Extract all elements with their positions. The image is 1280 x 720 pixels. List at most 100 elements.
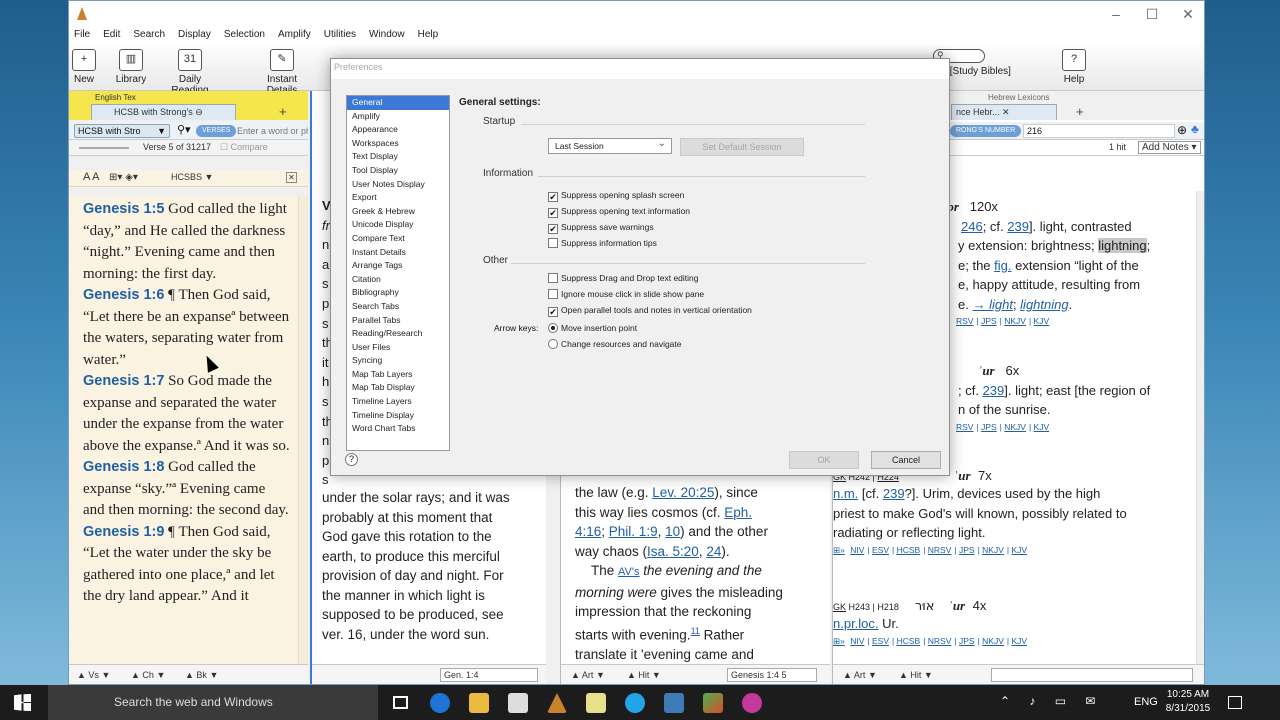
- new-button[interactable]: + New: [72, 49, 96, 85]
- task-view-icon[interactable]: [393, 696, 408, 709]
- add-tab-button[interactable]: +: [1076, 104, 1084, 119]
- ref-link[interactable]: 4:16: [575, 524, 601, 539]
- category-item[interactable]: User Notes Display: [347, 178, 449, 192]
- book-nav[interactable]: ▲ Bk ▼: [185, 665, 218, 684]
- verse-ref[interactable]: Genesis 1:5: [83, 201, 164, 217]
- menu-window[interactable]: Window: [369, 27, 405, 45]
- verse-ref[interactable]: Genesis 1:9: [83, 524, 164, 540]
- ignore-mouse-click-checkbox[interactable]: Ignore mouse click in slide show pane: [548, 288, 704, 301]
- search-type-chip[interactable]: VERSES: [196, 125, 237, 137]
- maximize-button[interactable]: ☐: [1137, 5, 1167, 23]
- menu-search[interactable]: Search: [133, 27, 165, 45]
- category-item[interactable]: Appearance: [347, 123, 449, 137]
- set-default-session-button[interactable]: Set Default Session: [680, 138, 804, 156]
- category-item[interactable]: Unicode Display: [347, 218, 449, 232]
- maps-icon[interactable]: [703, 693, 723, 713]
- category-item[interactable]: Word Chart Tabs: [347, 422, 449, 436]
- lookup-field[interactable]: [991, 668, 1193, 682]
- category-item[interactable]: Workspaces: [347, 137, 449, 151]
- file-explorer-icon[interactable]: [469, 693, 489, 713]
- app-flower-icon[interactable]: [742, 693, 762, 713]
- ref-link[interactable]: 239: [1007, 219, 1029, 234]
- tab-hcsb[interactable]: HCSB with Strong's ⊖: [91, 104, 236, 120]
- category-item[interactable]: User Files: [347, 341, 449, 355]
- store-icon[interactable]: [508, 693, 528, 713]
- display-options-icon[interactable]: ⊞▾ ◈▾: [109, 170, 138, 185]
- category-item[interactable]: Amplify: [347, 110, 449, 124]
- footnote-link[interactable]: 11: [691, 626, 700, 636]
- category-item[interactable]: Syncing: [347, 354, 449, 368]
- search-query[interactable]: 216: [1023, 124, 1175, 138]
- ref-link[interactable]: 10: [665, 524, 680, 539]
- tab-lexicon[interactable]: nce Hebr... ✕: [951, 104, 1057, 120]
- ref-link[interactable]: AV's: [618, 566, 639, 578]
- speaker-icon[interactable]: ⊞»: [833, 636, 845, 646]
- daily-reading-button[interactable]: 31Daily Reading: [159, 49, 221, 96]
- pos-link[interactable]: n.m.: [833, 486, 858, 501]
- vertical-scrollbar[interactable]: [298, 196, 308, 664]
- help-icon[interactable]: ?: [345, 453, 358, 466]
- category-item[interactable]: Tool Display: [347, 164, 449, 178]
- ref-link[interactable]: 239: [983, 383, 1005, 398]
- library-button[interactable]: ▥ Library: [114, 49, 148, 85]
- help-button[interactable]: ? Help: [1062, 49, 1086, 85]
- verse-ref[interactable]: Genesis 1:8: [83, 459, 164, 475]
- menu-amplify[interactable]: Amplify: [278, 27, 311, 45]
- add-icon[interactable]: ⊕: [1177, 123, 1187, 137]
- font-size-control[interactable]: A A: [83, 170, 100, 185]
- category-item[interactable]: Greek & Hebrew: [347, 205, 449, 219]
- category-item[interactable]: Timeline Layers: [347, 395, 449, 409]
- resource-select[interactable]: HCSB with Stro ▼: [74, 124, 170, 138]
- search-input[interactable]: [237, 124, 308, 138]
- parallel-vertical-checkbox[interactable]: ✔ Open parallel tools and notes in vertic…: [548, 304, 752, 317]
- category-item[interactable]: Parallel Tabs: [347, 314, 449, 328]
- article-nav[interactable]: ▲ Art ▼: [571, 665, 605, 684]
- menu-file[interactable]: File: [74, 27, 90, 45]
- version-badge[interactable]: HCSBS ▼: [171, 170, 213, 185]
- menu-display[interactable]: Display: [178, 27, 211, 45]
- menu-selection[interactable]: Selection: [224, 27, 265, 45]
- hit-nav[interactable]: ▲ Hit ▼: [627, 665, 661, 684]
- vertical-scrollbar[interactable]: [1196, 191, 1204, 664]
- action-center-icon[interactable]: [1228, 696, 1242, 709]
- suppress-splash-checkbox[interactable]: ✔ Suppress opening splash screen: [548, 189, 684, 202]
- category-item[interactable]: Arrange Tags: [347, 259, 449, 273]
- clock[interactable]: 10:25 AM 8/31/2015: [1164, 688, 1212, 716]
- ref-link[interactable]: 239: [883, 486, 905, 501]
- category-item[interactable]: Instant Details: [347, 246, 449, 260]
- notes-icon[interactable]: [586, 693, 606, 713]
- ref-link[interactable]: Isa. 5:20: [647, 544, 699, 559]
- ref-field[interactable]: Gen. 1:4: [440, 668, 538, 682]
- search-type-chip[interactable]: RONG'S NUMBER: [950, 125, 1022, 137]
- category-item[interactable]: Search Tabs: [347, 300, 449, 314]
- ref-link[interactable]: fig.: [994, 258, 1011, 273]
- hit-nav[interactable]: ▲ Hit ▼: [899, 665, 933, 684]
- language-indicator[interactable]: ENG: [1134, 696, 1158, 708]
- screencast-icon[interactable]: [664, 693, 684, 713]
- category-item[interactable]: Citation: [347, 273, 449, 287]
- sync-icon[interactable]: ♣: [1191, 122, 1199, 136]
- chapter-nav[interactable]: ▲ Ch ▼: [131, 665, 165, 684]
- ref-link[interactable]: Lev. 20:25: [652, 485, 714, 500]
- pos-link[interactable]: n.pr.loc.: [833, 616, 879, 631]
- verse-nav[interactable]: ▲ Vs ▼: [77, 665, 110, 684]
- suppress-save-warnings-checkbox[interactable]: ✔ Suppress save warnings: [548, 221, 654, 234]
- ref-field[interactable]: Genesis 1:4 5: [727, 668, 817, 682]
- close-button[interactable]: ✕: [1173, 5, 1203, 23]
- category-item[interactable]: General: [347, 96, 449, 110]
- ok-button[interactable]: OK: [789, 451, 859, 469]
- ref-link[interactable]: Phil. 1:9: [609, 524, 658, 539]
- tray-icons[interactable]: ⌃ ♪ ▭ ✉: [1000, 694, 1103, 708]
- windows-start-icon[interactable]: [14, 694, 31, 711]
- suppress-text-info-checkbox[interactable]: ✔ Suppress opening text information: [548, 205, 690, 218]
- suppress-drag-drop-checkbox[interactable]: Suppress Drag and Drop text editing: [548, 272, 699, 285]
- move-insertion-radio[interactable]: Move insertion point: [548, 322, 637, 335]
- speaker-icon[interactable]: ⊞»: [833, 545, 845, 555]
- category-item[interactable]: Export: [347, 191, 449, 205]
- close-pane-icon[interactable]: ✕: [286, 172, 297, 183]
- compare-checkbox[interactable]: ☐ Compare: [220, 140, 268, 155]
- category-item[interactable]: Reading/Research: [347, 327, 449, 341]
- search-icon[interactable]: ⚲▾: [177, 123, 191, 136]
- change-resources-radio[interactable]: Change resources and navigate: [548, 338, 682, 351]
- ref-link[interactable]: Eph.: [724, 505, 752, 520]
